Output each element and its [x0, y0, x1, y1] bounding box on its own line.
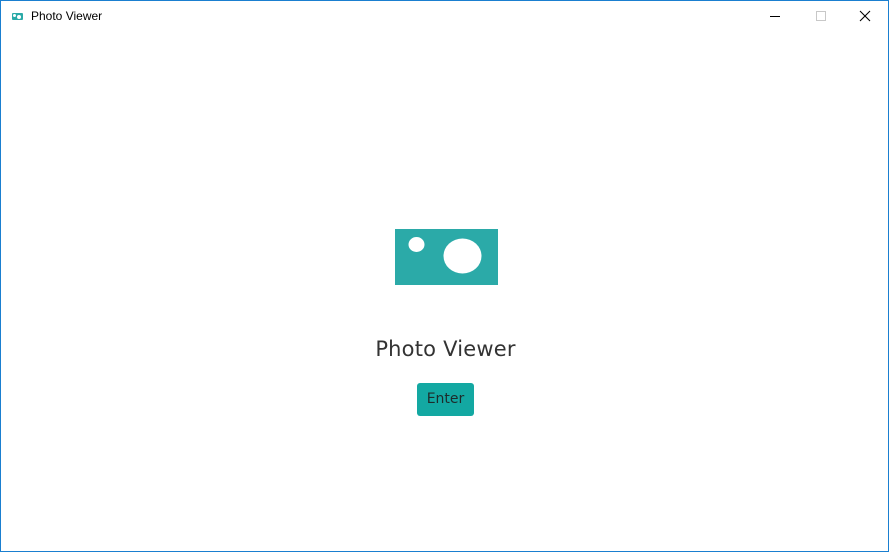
maximize-icon: [816, 11, 826, 21]
close-icon: [859, 10, 871, 22]
maximize-button[interactable]: [798, 1, 844, 31]
minimize-icon: [770, 16, 780, 17]
main-content: Photo Viewer Enter: [1, 32, 888, 551]
window-title: Photo Viewer: [31, 9, 103, 23]
enter-button[interactable]: Enter: [417, 383, 474, 416]
close-button[interactable]: [842, 1, 888, 31]
camera-icon: [12, 13, 23, 20]
camera-logo-icon: [395, 229, 498, 285]
minimize-button[interactable]: [752, 1, 798, 31]
app-window: Photo Viewer Photo Viewer Enter: [0, 0, 889, 552]
app-heading: Photo Viewer: [375, 337, 516, 361]
title-bar[interactable]: Photo Viewer: [1, 1, 888, 32]
